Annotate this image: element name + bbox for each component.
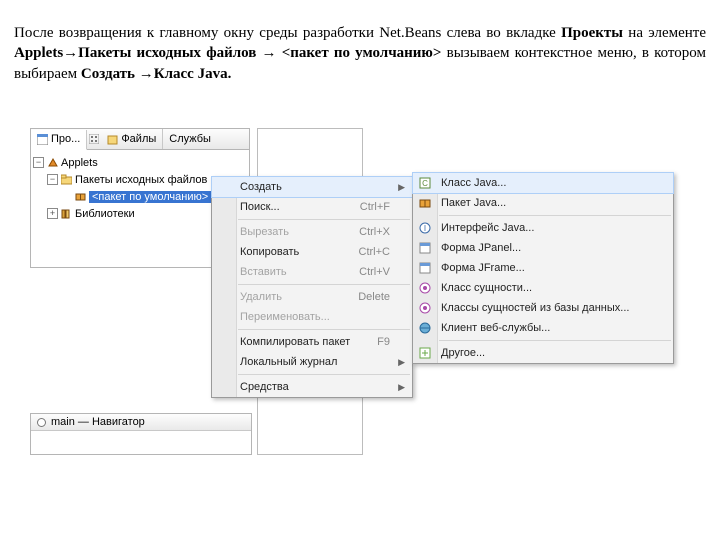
menu-item-paste-label: Вставить <box>240 266 287 278</box>
submenu-item-jpkg[interactable]: Пакет Java... <box>413 193 673 213</box>
menu-item-find-label: Поиск... <box>240 201 280 213</box>
menu-separator <box>439 340 671 341</box>
collapse-icon[interactable]: − <box>33 157 44 168</box>
menu-separator <box>238 284 410 285</box>
menu-item-cut[interactable]: Вырезать Ctrl+X <box>212 222 412 242</box>
menu-item-find[interactable]: Поиск... Ctrl+F <box>212 197 412 217</box>
menu-item-delete-label: Удалить <box>240 291 282 303</box>
submenu-item-wsclient[interactable]: Клиент веб-службы... <box>413 318 673 338</box>
navigator-title: main — Навигатор <box>51 416 145 428</box>
frm-icon <box>418 241 432 255</box>
shortcut-label: Ctrl+X <box>359 226 390 238</box>
menu-item-journal-label: Локальный журнал <box>240 356 337 368</box>
tab-projects-label: Про... <box>51 133 80 145</box>
submenu-item-jframe-label: Форма JFrame... <box>441 262 525 274</box>
menu-item-tools[interactable]: Средства ▶ <box>212 377 412 397</box>
tree-default-package-label: <пакет по умолчанию> <box>89 191 211 203</box>
shortcut-label: F9 <box>377 336 390 348</box>
window-icon <box>37 134 48 145</box>
submenu-item-entity[interactable]: Класс сущности... <box>413 278 673 298</box>
submenu-arrow-icon: ▶ <box>398 357 405 368</box>
menu-item-copy-label: Копировать <box>240 246 299 258</box>
tree-root[interactable]: − Applets <box>33 154 247 171</box>
oth-icon <box>418 346 432 360</box>
tab-services[interactable]: Службы <box>163 129 217 149</box>
svg-text:C: C <box>422 179 428 188</box>
shortcut-label: Ctrl+F <box>360 201 390 213</box>
tab-files[interactable]: Файлы <box>101 129 163 149</box>
intf-icon: I <box>418 221 432 235</box>
submenu-item-jpanel-label: Форма JPanel... <box>441 242 521 254</box>
shortcut-label: Delete <box>358 291 390 303</box>
cls-icon: C <box>418 176 432 190</box>
projects-tabs: Про... Файлы Службы <box>30 128 250 150</box>
frm-icon <box>418 261 432 275</box>
ent-icon <box>418 301 432 315</box>
menu-item-tools-label: Средства <box>240 381 289 393</box>
collapse-icon[interactable]: − <box>47 174 58 185</box>
menu-separator <box>439 215 671 216</box>
submenu-item-jframe[interactable]: Форма JFrame... <box>413 258 673 278</box>
submenu-item-entdb-label: Классы сущностей из базы данных... <box>441 302 629 314</box>
project-icon <box>47 157 58 168</box>
menu-item-copy[interactable]: Копировать Ctrl+C <box>212 242 412 262</box>
pkg-icon <box>418 196 432 210</box>
submenu-item-wsclient-label: Клиент веб-службы... <box>441 322 550 334</box>
tab-dropdown-icon[interactable] <box>87 134 101 144</box>
submenu-item-jpkg-label: Пакет Java... <box>441 197 506 209</box>
menu-item-journal[interactable]: Локальный журнал ▶ <box>212 352 412 372</box>
submenu-item-jclass-label: Класс Java... <box>441 177 506 189</box>
navigator-icon <box>36 417 47 428</box>
menu-item-compile[interactable]: Компилировать пакет F9 <box>212 332 412 352</box>
menu-item-delete[interactable]: Удалить Delete <box>212 287 412 307</box>
files-icon <box>107 134 118 145</box>
submenu-arrow-icon: ▶ <box>398 182 405 193</box>
shortcut-label: Ctrl+C <box>359 246 390 258</box>
submenu-item-jintf-label: Интерфейс Java... <box>441 222 534 234</box>
submenu-item-other[interactable]: Другое... <box>413 343 673 363</box>
context-submenu-new: C Класс Java... Пакет Java... I Интерфейс Ja… <box>412 172 674 364</box>
submenu-item-other-label: Другое... <box>441 347 485 359</box>
menu-item-rename[interactable]: Переименовать... <box>212 307 412 327</box>
source-folder-icon <box>61 174 72 185</box>
tab-projects[interactable]: Про... <box>31 130 87 150</box>
ide-screenshot: Про... Файлы Службы − Applets <box>30 128 690 528</box>
menu-item-create-label: Создать <box>240 181 282 193</box>
submenu-item-jintf[interactable]: I Интерфейс Java... <box>413 218 673 238</box>
package-icon <box>75 191 86 202</box>
submenu-item-entdb[interactable]: Классы сущностей из базы данных... <box>413 298 673 318</box>
menu-separator <box>238 374 410 375</box>
navigator-header: main — Навигатор <box>31 414 251 431</box>
context-menu: Создать ▶ Поиск... Ctrl+F Вырезать Ctrl+X Копи… <box>211 176 413 398</box>
tab-files-label: Файлы <box>121 133 156 145</box>
expand-icon[interactable]: + <box>47 208 58 219</box>
menu-item-create[interactable]: Создать ▶ <box>212 177 412 197</box>
shortcut-label: Ctrl+V <box>359 266 390 278</box>
libraries-icon <box>61 208 72 219</box>
ent-icon <box>418 281 432 295</box>
menu-item-paste[interactable]: Вставить Ctrl+V <box>212 262 412 282</box>
submenu-item-jpanel[interactable]: Форма JPanel... <box>413 238 673 258</box>
navigator-panel: main — Навигатор <box>30 413 252 455</box>
submenu-item-jclass[interactable]: C Класс Java... <box>413 173 673 193</box>
menu-separator <box>238 219 410 220</box>
menu-item-compile-label: Компилировать пакет <box>240 336 350 348</box>
tab-services-label: Службы <box>169 133 211 145</box>
menu-item-rename-label: Переименовать... <box>240 311 330 323</box>
ws-icon <box>418 321 432 335</box>
submenu-item-entity-label: Класс сущности... <box>441 282 532 294</box>
menu-separator <box>238 329 410 330</box>
svg-text:I: I <box>424 224 426 233</box>
menu-item-cut-label: Вырезать <box>240 226 289 238</box>
instruction-paragraph: После возвращения к главному окну среды … <box>14 23 706 84</box>
submenu-arrow-icon: ▶ <box>398 382 405 393</box>
